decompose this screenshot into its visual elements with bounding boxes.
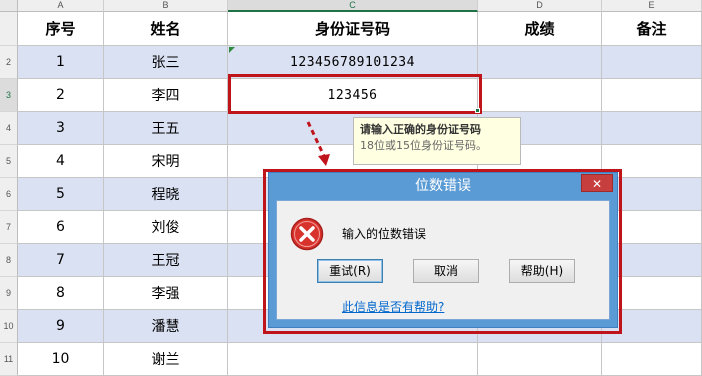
header-score[interactable]: 成绩 bbox=[478, 12, 602, 46]
index-cell[interactable]: 6 bbox=[18, 211, 104, 244]
dialog-title: 位数错误 bbox=[415, 178, 471, 194]
index-cell[interactable]: 7 bbox=[18, 244, 104, 277]
row-header[interactable]: 6 bbox=[0, 178, 18, 211]
col-header-d[interactable]: D bbox=[478, 0, 602, 12]
cancel-button[interactable]: 取消 bbox=[413, 259, 479, 283]
spreadsheet: A B C D E 序号 姓名 身份证号码 成绩 备注 2 1 张三 12345678… bbox=[0, 0, 702, 376]
name-cell[interactable]: 王冠 bbox=[104, 244, 228, 277]
header-note[interactable]: 备注 bbox=[602, 12, 702, 46]
select-all-corner[interactable] bbox=[0, 0, 18, 12]
score-cell[interactable] bbox=[478, 79, 602, 112]
row-header[interactable]: 7 bbox=[0, 211, 18, 244]
col-header-a[interactable]: A bbox=[18, 0, 104, 12]
error-icon bbox=[290, 217, 324, 251]
note-cell[interactable] bbox=[602, 79, 702, 112]
col-header-e[interactable]: E bbox=[602, 0, 702, 12]
header-index[interactable]: 序号 bbox=[18, 12, 104, 46]
error-dialog: 位数错误 ✕ 输入的位数错误 重试(R) 取消 帮助(H) 此信息是否有帮助? bbox=[268, 172, 618, 328]
row-header[interactable]: 8 bbox=[0, 244, 18, 277]
help-feedback-link[interactable]: 此信息是否有帮助? bbox=[342, 298, 444, 315]
name-cell[interactable]: 潘慧 bbox=[104, 310, 228, 343]
dialog-body: 输入的位数错误 重试(R) 取消 帮助(H) 此信息是否有帮助? bbox=[276, 200, 610, 320]
name-cell[interactable]: 王五 bbox=[104, 112, 228, 145]
index-cell[interactable]: 1 bbox=[18, 46, 104, 79]
row-header[interactable]: 3 bbox=[0, 79, 18, 112]
error-indicator bbox=[229, 47, 235, 53]
row-header[interactable]: 4 bbox=[0, 112, 18, 145]
tooltip-title: 请输入正确的身份证号码 bbox=[360, 123, 481, 136]
index-cell[interactable]: 9 bbox=[18, 310, 104, 343]
row-header[interactable]: 2 bbox=[0, 46, 18, 79]
index-cell[interactable]: 3 bbox=[18, 112, 104, 145]
score-cell[interactable] bbox=[478, 46, 602, 79]
row-header[interactable]: 5 bbox=[0, 145, 18, 178]
note-cell[interactable] bbox=[602, 112, 702, 145]
arrow-icon bbox=[306, 121, 330, 166]
input-message-tooltip: 请输入正确的身份证号码 18位或15位身份证号码。 bbox=[353, 117, 521, 165]
id-number-cell[interactable] bbox=[228, 343, 478, 376]
name-cell[interactable]: 程晓 bbox=[104, 178, 228, 211]
index-cell[interactable]: 4 bbox=[18, 145, 104, 178]
header-name[interactable]: 姓名 bbox=[104, 12, 228, 46]
name-cell[interactable]: 张三 bbox=[104, 46, 228, 79]
tooltip-body: 18位或15位身份证号码。 bbox=[360, 139, 487, 152]
row-header[interactable]: 10 bbox=[0, 310, 18, 343]
name-cell[interactable]: 李强 bbox=[104, 277, 228, 310]
help-button[interactable]: 帮助(H) bbox=[509, 259, 575, 283]
name-cell[interactable]: 刘俊 bbox=[104, 211, 228, 244]
header-id-number[interactable]: 身份证号码 bbox=[228, 12, 478, 46]
note-cell[interactable] bbox=[602, 46, 702, 79]
note-cell[interactable] bbox=[602, 343, 702, 376]
dialog-message: 输入的位数错误 bbox=[342, 227, 427, 241]
score-cell[interactable] bbox=[478, 343, 602, 376]
name-cell[interactable]: 谢兰 bbox=[104, 343, 228, 376]
index-cell[interactable]: 8 bbox=[18, 277, 104, 310]
retry-button[interactable]: 重试(R) bbox=[317, 259, 383, 283]
col-header-b[interactable]: B bbox=[104, 0, 228, 12]
close-button[interactable]: ✕ bbox=[581, 174, 613, 192]
name-cell[interactable]: 宋明 bbox=[104, 145, 228, 178]
index-cell[interactable]: 5 bbox=[18, 178, 104, 211]
selected-cell-highlight bbox=[228, 74, 482, 114]
row-header-1[interactable] bbox=[0, 12, 18, 46]
fill-handle[interactable] bbox=[475, 108, 480, 113]
index-cell[interactable]: 2 bbox=[18, 79, 104, 112]
col-header-c[interactable]: C bbox=[228, 0, 478, 12]
row-header[interactable]: 11 bbox=[0, 343, 18, 376]
row-header[interactable]: 9 bbox=[0, 277, 18, 310]
index-cell[interactable]: 10 bbox=[18, 343, 104, 376]
name-cell[interactable]: 李四 bbox=[104, 79, 228, 112]
